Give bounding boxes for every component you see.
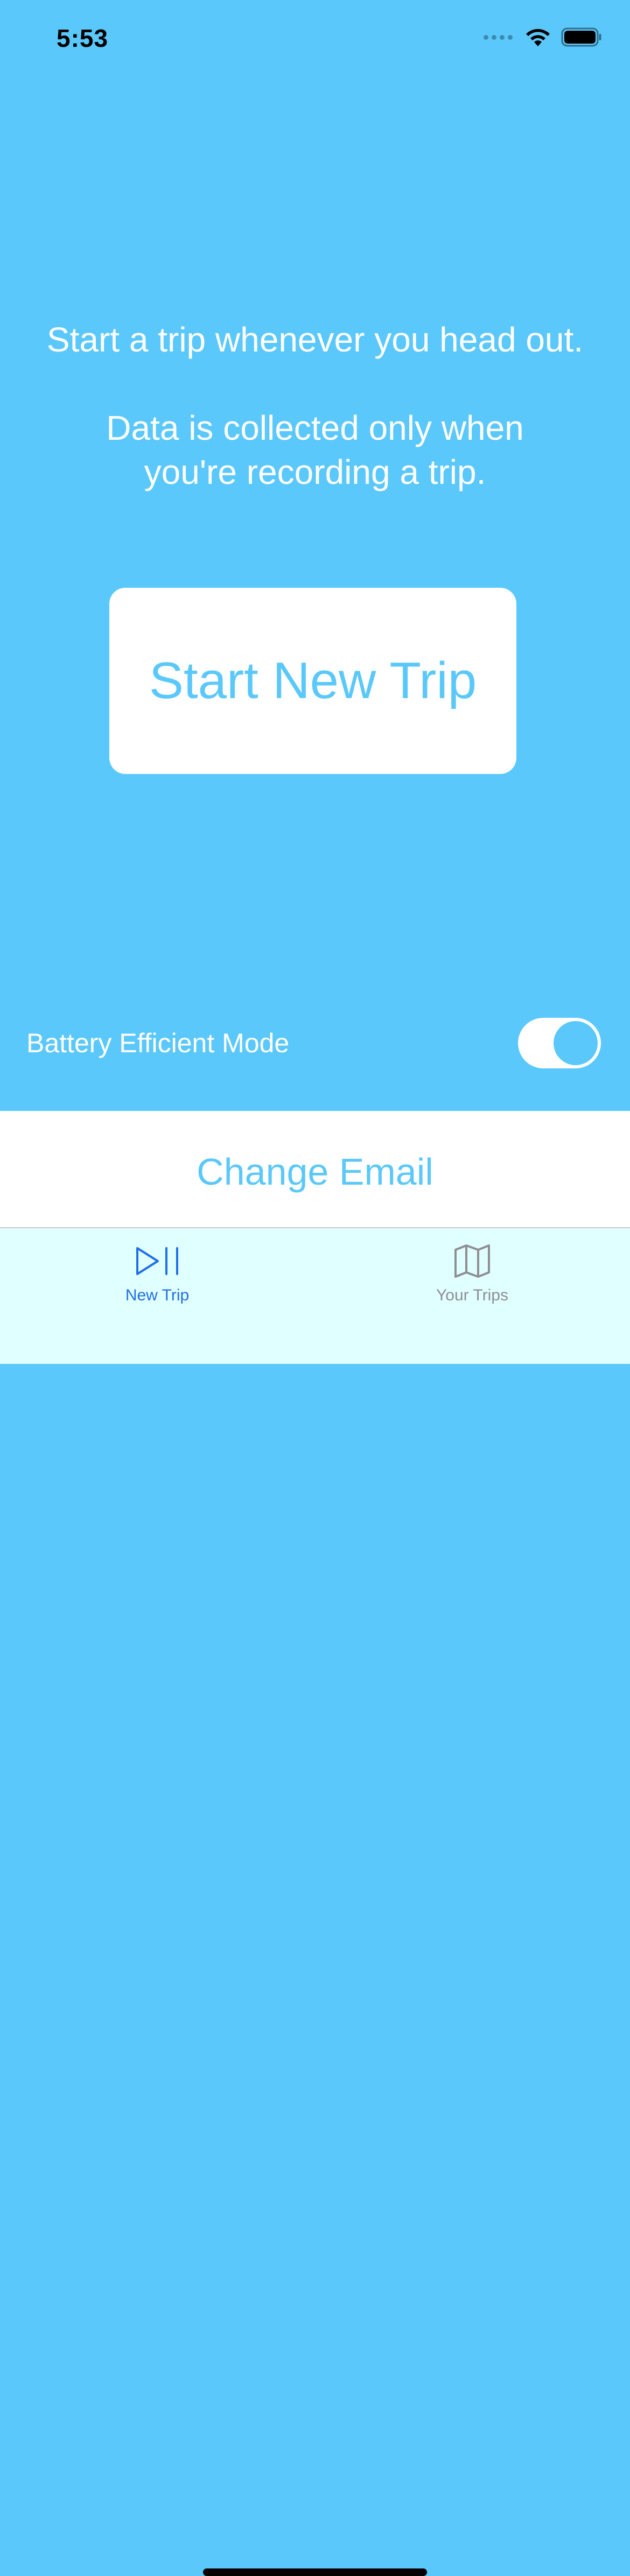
tab-new-trip[interactable]: New Trip — [76, 1228, 238, 1314]
tab-your-trips[interactable]: Your Trips — [391, 1228, 553, 1314]
tab-your-trips-label: Your Trips — [436, 1286, 508, 1304]
battery-icon — [561, 27, 601, 47]
battery-efficient-mode-row: Battery Efficient Mode — [0, 1001, 630, 1087]
map-icon — [453, 1242, 491, 1280]
battery-efficient-mode-toggle[interactable] — [518, 1018, 601, 1068]
status-time: 5:53 — [57, 24, 109, 52]
tab-new-trip-label: New Trip — [125, 1286, 190, 1304]
change-email-button[interactable]: Change Email — [197, 1150, 433, 1193]
cellular-signal-icon — [484, 34, 513, 40]
toggle-knob — [554, 1021, 598, 1065]
start-new-trip-label: Start New Trip — [149, 652, 477, 709]
tab-bar: New Trip Your Trips — [0, 1227, 630, 2576]
intro-text-line-1: Start a trip whenever you head out. — [46, 320, 584, 359]
app-screen: 5:53 Start a trip whenever you head out.… — [0, 0, 630, 2576]
wifi-icon — [526, 29, 550, 46]
intro-text-line-3: you're recording a trip. — [144, 453, 486, 491]
start-new-trip-button[interactable]: Start New Trip — [109, 588, 516, 774]
status-icons — [484, 27, 602, 47]
play-pause-icon — [134, 1242, 180, 1280]
status-bar: 5:53 — [0, 0, 630, 75]
intro-text-line-2: Data is collected only when — [106, 409, 524, 447]
change-email-section: Change Email — [0, 1111, 630, 1227]
main-content: Start a trip whenever you head out. Data… — [0, 75, 630, 1111]
home-indicator[interactable] — [203, 2568, 427, 2576]
battery-efficient-mode-label: Battery Efficient Mode — [26, 1028, 290, 1058]
